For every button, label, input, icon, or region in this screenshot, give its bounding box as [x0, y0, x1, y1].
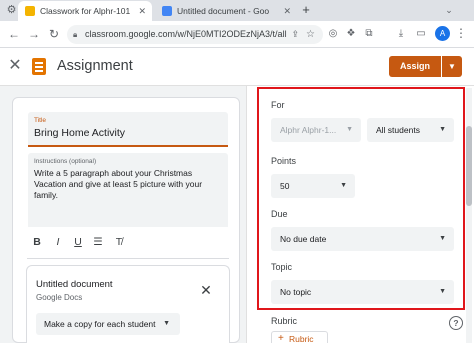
bulleted-list-icon[interactable]: ☰ [91, 234, 105, 250]
assign-options-dropdown[interactable]: ▼ [442, 56, 462, 77]
italic-icon[interactable]: I [51, 234, 65, 250]
instructions-field-label: Instructions (optional) [34, 158, 97, 165]
profile-avatar[interactable]: A [435, 26, 450, 41]
assignment-icon [32, 58, 46, 75]
clear-formatting-icon[interactable]: T̸ [112, 234, 126, 250]
address-bar[interactable]: 🔒︎ classroom.google.com/w/NjE0MTI2ODEzNj… [67, 25, 323, 44]
chevron-down-icon: ▼ [163, 320, 170, 327]
scrollbar-thumb[interactable] [466, 126, 472, 206]
download-icon[interactable]: ⤓ [394, 27, 408, 41]
browser-tab-classwork[interactable]: Classwork for Alphr-101 ✕ [18, 1, 152, 21]
assign-button[interactable]: Assign [389, 56, 441, 77]
lock-icon: 🔒︎ [73, 30, 78, 39]
student-copy-value: Make a copy for each student [44, 319, 156, 329]
tab-close-icon[interactable]: ✕ [138, 1, 146, 21]
new-tab-button[interactable]: + [298, 1, 314, 19]
sidebar-toggle-icon[interactable]: ▭ [414, 27, 428, 41]
classroom-favicon-icon [25, 6, 35, 16]
add-rubric-button[interactable]: + Rubric [271, 331, 328, 343]
extensions-icon[interactable]: ⧉ [362, 27, 376, 41]
tab-search-chevron-icon[interactable]: ⌄ [442, 3, 456, 17]
page-title: Assignment [57, 58, 133, 74]
close-icon[interactable]: ✕ [6, 57, 24, 75]
assignment-header: ✕ Assignment Assign ▼ [0, 48, 474, 86]
browser-toolbar: ← → ↻ 🔒︎ classroom.google.com/w/NjE0MTI2… [0, 21, 474, 48]
rubric-button-label: Rubric [289, 334, 314, 343]
tab-title: Classwork for Alphr-101 [40, 6, 131, 16]
browser-tab-untitled-document[interactable]: Untitled document - Google Do ✕ [155, 1, 297, 21]
title-value: Bring Home Activity [34, 127, 126, 139]
plus-icon: + [278, 333, 284, 343]
attachment-subtitle: Google Docs [36, 293, 83, 302]
underline-icon[interactable]: U [71, 234, 85, 250]
forward-icon[interactable]: → [27, 27, 41, 41]
scrollbar[interactable] [466, 88, 472, 343]
instructions-input[interactable]: Instructions (optional) Write a 5 paragr… [28, 153, 228, 227]
attachment-card[interactable]: Untitled document Google Docs ✕ Make a c… [26, 265, 230, 343]
extension-icon[interactable]: ◎ [326, 27, 340, 41]
tab-title: Untitled document - Google Do [177, 6, 269, 16]
bold-icon[interactable]: B [30, 234, 44, 250]
title-input[interactable]: Title Bring Home Activity [28, 112, 228, 147]
student-copy-dropdown[interactable]: Make a copy for each student ▼ [36, 313, 180, 335]
star-icon[interactable]: ☆ [306, 25, 315, 44]
tab-close-icon[interactable]: ✕ [283, 1, 291, 21]
title-field-label: Title [34, 117, 47, 124]
extension-icon[interactable]: ❖ [344, 27, 358, 41]
remove-attachment-icon[interactable]: ✕ [197, 281, 215, 299]
instructions-value: Write a 5 paragraph about your Christmas… [34, 168, 203, 200]
share-icon[interactable]: ⇪ [287, 25, 299, 44]
settings-highlight-box [257, 87, 465, 310]
divider [27, 258, 229, 259]
rubric-label: Rubric [271, 316, 298, 326]
reload-icon[interactable]: ↻ [47, 27, 61, 41]
back-icon[interactable]: ← [7, 27, 21, 41]
browser-menu-icon[interactable]: ⋮ [455, 26, 467, 41]
browser-tab-strip: ⚙ Classwork for Alphr-101 ✕ Untitled doc… [0, 0, 474, 21]
attachment-title: Untitled document [36, 279, 113, 290]
url-text: classroom.google.com/w/NjE0MTI2ODEzNjA3/… [85, 29, 287, 39]
docs-favicon-icon [162, 6, 172, 16]
help-icon[interactable]: ? [449, 316, 463, 330]
